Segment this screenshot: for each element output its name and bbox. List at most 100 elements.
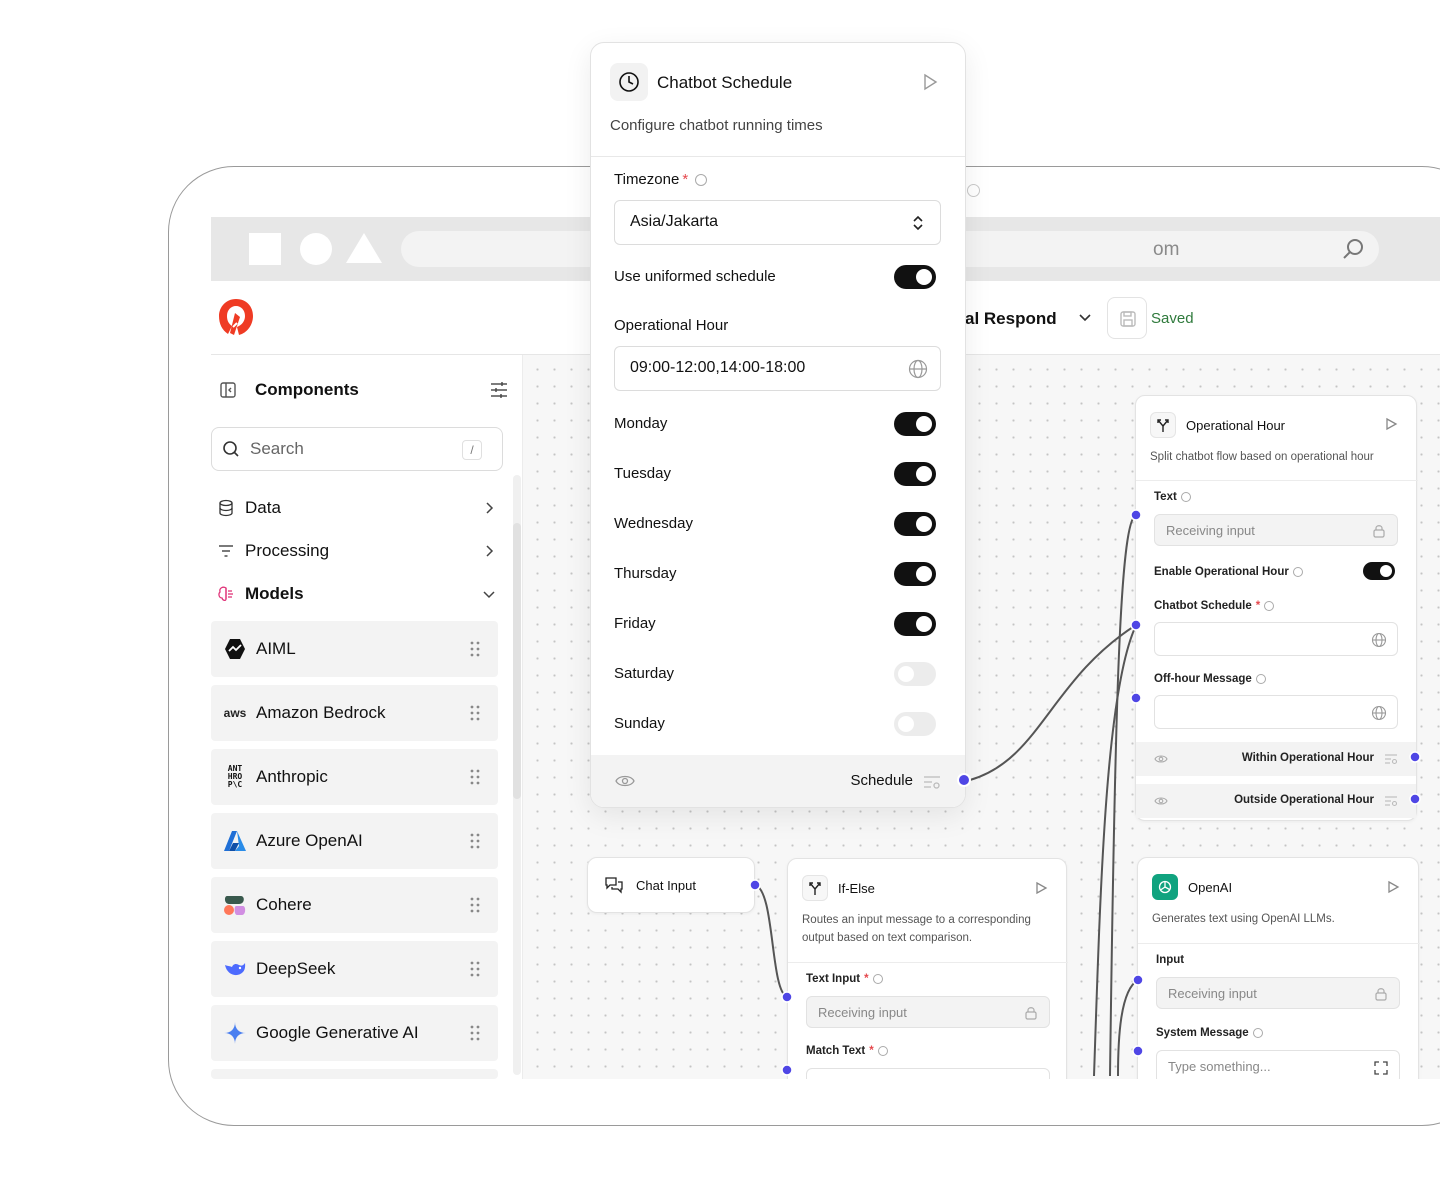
operational-hour-node[interactable]: Operational Hour Split chatbot flow base…: [1135, 395, 1418, 821]
deepseek-logo-icon: [223, 957, 247, 981]
sidebar-header: Components: [219, 377, 509, 403]
category-data[interactable]: Data: [217, 495, 497, 521]
chatbot-schedule-label: Chatbot Schedule *: [1154, 600, 1275, 612]
output-outside-hour: Outside Operational Hour: [1136, 784, 1416, 818]
enable-operational-toggle[interactable]: [1363, 562, 1395, 580]
day-row-thursday: Thursday: [614, 562, 936, 586]
off-hour-message-field[interactable]: [1154, 695, 1398, 729]
search-icon[interactable]: [1341, 237, 1365, 261]
info-icon: [1264, 601, 1275, 611]
save-button[interactable]: [1107, 297, 1147, 339]
info-icon: [1255, 674, 1266, 684]
output-list-icon: [1385, 754, 1398, 765]
cohere-logo-icon: [223, 893, 247, 917]
expand-icon[interactable]: [1373, 1060, 1389, 1076]
wednesday-toggle[interactable]: [894, 512, 936, 536]
operational-hour-input[interactable]: 09:00-12:00,14:00-18:00: [614, 346, 941, 391]
openai-node[interactable]: OpenAI Generates text using OpenAI LLMs.…: [1137, 857, 1420, 1079]
drag-handle-icon[interactable]: [470, 961, 480, 977]
model-item-deepseek[interactable]: DeepSeek: [211, 941, 498, 997]
node-title: OpenAI: [1188, 879, 1233, 895]
panel-title: Chatbot Schedule: [657, 73, 793, 92]
system-message-label: System Message: [1156, 1027, 1263, 1039]
off-hour-message-label: Off-hour Message: [1154, 673, 1266, 685]
timezone-select[interactable]: Asia/Jakarta: [614, 200, 941, 245]
chatbot-schedule-panel[interactable]: Chatbot Schedule Configure chatbot runni…: [590, 42, 966, 808]
sidebar-scrollbar-thumb[interactable]: [513, 523, 521, 799]
openai-logo-icon: [1152, 874, 1178, 900]
circle-shape-icon: [300, 233, 332, 265]
info-icon: [1252, 1028, 1263, 1038]
thursday-toggle[interactable]: [894, 562, 936, 586]
tuesday-toggle[interactable]: [894, 462, 936, 486]
play-icon[interactable]: [921, 73, 939, 91]
globe-icon[interactable]: [1371, 705, 1387, 721]
enable-operational-label: Enable Operational Hour: [1154, 566, 1303, 578]
drag-handle-icon[interactable]: [470, 1025, 480, 1041]
model-item-anthropic[interactable]: ANT HRO P\C Anthropic: [211, 749, 498, 805]
text-input-field[interactable]: Receiving input: [806, 996, 1050, 1028]
model-item-google-generative-ai[interactable]: Google Generative AI: [211, 1005, 498, 1061]
play-icon[interactable]: [1384, 417, 1398, 431]
day-row-saturday: Saturday: [614, 662, 936, 686]
chevron-right-icon: [486, 502, 494, 514]
if-else-node[interactable]: If-Else Routes an input message to a cor…: [787, 858, 1068, 1079]
chevron-down-icon[interactable]: [1077, 309, 1093, 325]
sidebar-collapse-icon[interactable]: [219, 381, 237, 399]
play-icon[interactable]: [1386, 880, 1400, 894]
model-label: Amazon Bedrock: [256, 703, 386, 722]
chat-input-node[interactable]: Chat Input: [587, 857, 755, 913]
drag-handle-icon[interactable]: [470, 897, 480, 913]
uniform-schedule-toggle[interactable]: [894, 265, 936, 289]
model-item-amazon-bedrock[interactable]: aws Amazon Bedrock: [211, 685, 498, 741]
drag-handle-icon[interactable]: [470, 833, 480, 849]
saturday-toggle[interactable]: [894, 662, 936, 686]
brand-logo-icon[interactable]: [217, 297, 255, 337]
model-item-azure-openai[interactable]: Azure OpenAI: [211, 813, 498, 869]
model-item-next[interactable]: [211, 1069, 498, 1079]
system-message-field[interactable]: Type something...: [1156, 1050, 1400, 1079]
eye-icon[interactable]: [615, 773, 635, 789]
lock-icon: [1025, 1007, 1037, 1020]
openai-input-field[interactable]: Receiving input: [1156, 977, 1400, 1009]
model-item-cohere[interactable]: Cohere: [211, 877, 498, 933]
node-title: Chat Input: [636, 877, 696, 893]
panel-description: Configure chatbot running times: [610, 117, 823, 134]
window-dot-control[interactable]: [967, 184, 980, 197]
friday-toggle[interactable]: [894, 612, 936, 636]
search-placeholder: Search: [250, 439, 304, 458]
operational-hour-label: Operational Hour: [614, 317, 729, 334]
sunday-toggle[interactable]: [894, 712, 936, 736]
sidebar-title: Components: [255, 380, 359, 399]
globe-icon[interactable]: [1371, 632, 1387, 648]
component-search-input[interactable]: Search /: [211, 427, 503, 471]
address-text: om: [1153, 239, 1180, 260]
text-input-label: Text Input *: [806, 973, 883, 985]
play-icon[interactable]: [1034, 881, 1048, 895]
globe-icon[interactable]: [908, 359, 928, 379]
timezone-label: Timezone *: [614, 171, 708, 188]
divider: [591, 156, 965, 157]
sliders-icon[interactable]: [489, 380, 509, 400]
drag-handle-icon[interactable]: [470, 705, 480, 721]
chatbot-schedule-field[interactable]: [1154, 622, 1398, 656]
flow-title[interactable]: al Respond: [965, 309, 1057, 329]
aiml-logo-icon: [223, 637, 247, 661]
node-description: Generates text using OpenAI LLMs.: [1152, 913, 1335, 925]
eye-icon[interactable]: [1154, 795, 1168, 807]
monday-toggle[interactable]: [894, 412, 936, 436]
database-icon: [219, 499, 233, 517]
drag-handle-icon[interactable]: [470, 769, 480, 785]
components-sidebar: Components Search / Data Processing Mode: [211, 355, 523, 1079]
eye-icon[interactable]: [1154, 753, 1168, 765]
input-label: Input: [1156, 954, 1185, 966]
info-icon: [1180, 492, 1191, 502]
text-input-field[interactable]: Receiving input: [1154, 514, 1398, 546]
day-row-tuesday: Tuesday: [614, 462, 936, 486]
category-processing[interactable]: Processing: [217, 538, 497, 564]
model-item-aiml[interactable]: AIML: [211, 621, 498, 677]
drag-handle-icon[interactable]: [470, 641, 480, 657]
schedule-output-handle[interactable]: [957, 773, 971, 787]
category-models[interactable]: Models: [217, 581, 497, 607]
match-text-field[interactable]: [806, 1068, 1050, 1079]
